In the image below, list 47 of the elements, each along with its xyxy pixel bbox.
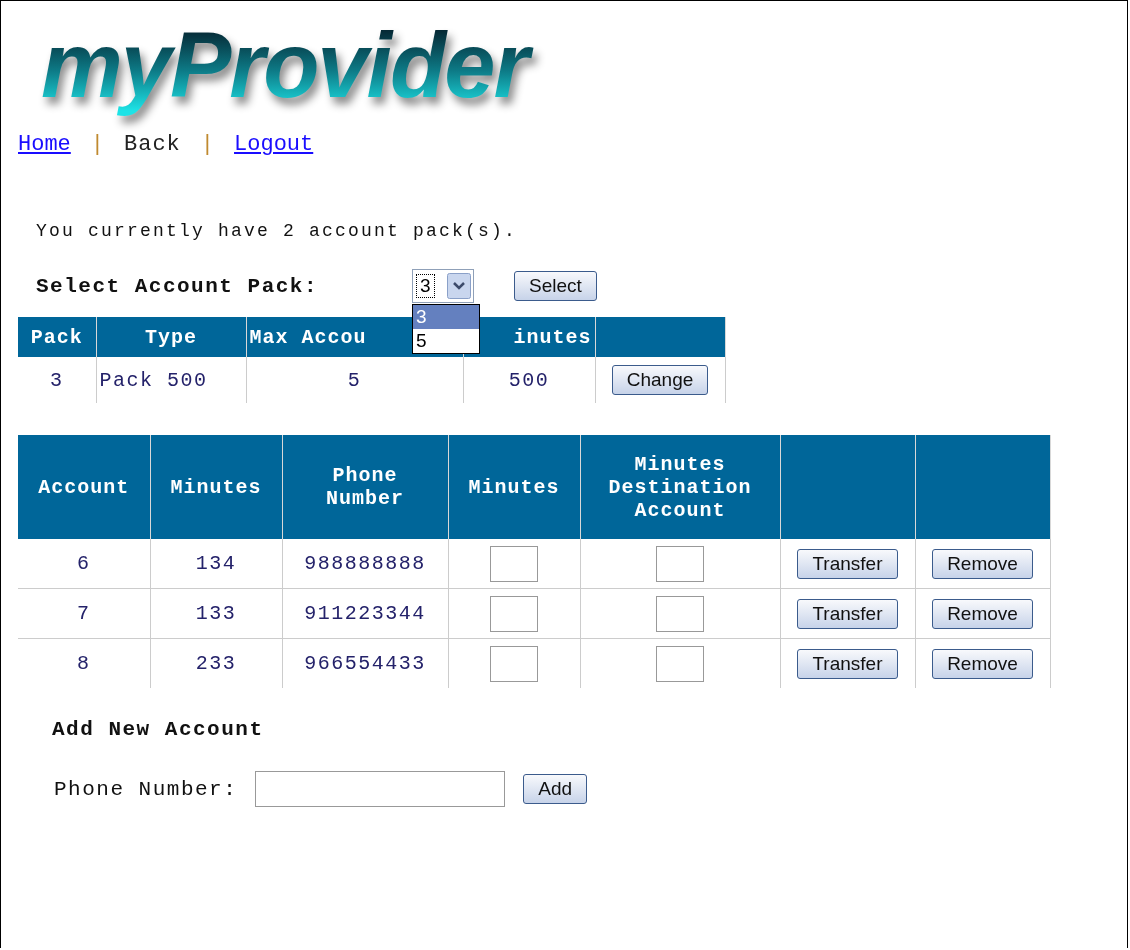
table-cell: 3	[18, 357, 96, 404]
phone-input[interactable]	[255, 771, 506, 808]
select-label: Select Account Pack:	[36, 274, 320, 298]
column-header: Minutes	[468, 475, 560, 499]
table-cell: 911223344	[282, 588, 448, 639]
transfer-button[interactable]: Transfer	[797, 548, 898, 579]
column-header: Minutes	[170, 475, 262, 499]
nav-text: Back	[124, 132, 181, 158]
nav-link[interactable]: Logout	[234, 132, 314, 158]
pack-dropdown[interactable]: 3	[412, 269, 474, 304]
remove-button[interactable]: Remove	[932, 648, 1033, 679]
change-button[interactable]: Change	[611, 365, 709, 396]
remove-button[interactable]: Remove	[932, 548, 1033, 579]
table-cell: 233	[150, 638, 282, 689]
select-button[interactable]: Select	[514, 271, 597, 302]
column-header: Minutes Destination Account	[607, 452, 753, 522]
nav-link[interactable]: Home	[18, 132, 71, 158]
table-cell: 133	[150, 588, 282, 639]
table-cell: 5	[246, 357, 463, 404]
column-header: Phone Number	[325, 464, 405, 511]
add-button[interactable]: Add	[523, 774, 588, 805]
field-label: Phone Number:	[54, 777, 238, 801]
table-cell: 6	[18, 539, 150, 589]
pack-count-text: You currently have 2 account pack(s).	[36, 221, 519, 242]
minutes-input[interactable]	[490, 545, 538, 582]
table-cell: 7	[18, 588, 150, 639]
table-cell: 500	[463, 357, 595, 404]
destination-input[interactable]	[656, 595, 704, 632]
remove-button[interactable]: Remove	[932, 598, 1033, 629]
nav-separator: |	[200, 132, 215, 158]
table-cell: 966554433	[282, 638, 448, 689]
table-cell: 134	[150, 539, 282, 589]
dropdown-option[interactable]: 3	[413, 305, 479, 330]
table-cell: 988888888	[282, 539, 448, 589]
column-header: Account	[38, 475, 130, 499]
column-header: Type	[96, 317, 246, 358]
destination-input[interactable]	[656, 545, 704, 582]
table-cell: Pack 500	[96, 357, 246, 404]
destination-input[interactable]	[656, 645, 704, 682]
transfer-button[interactable]: Transfer	[797, 598, 898, 629]
transfer-button[interactable]: Transfer	[797, 648, 898, 679]
minutes-input[interactable]	[490, 595, 538, 632]
nav-separator: |	[90, 132, 104, 158]
section-title: Add New Account	[52, 718, 265, 742]
table-cell: 8	[18, 638, 150, 689]
column-header: Pack	[18, 317, 96, 358]
minutes-input[interactable]	[490, 645, 538, 682]
